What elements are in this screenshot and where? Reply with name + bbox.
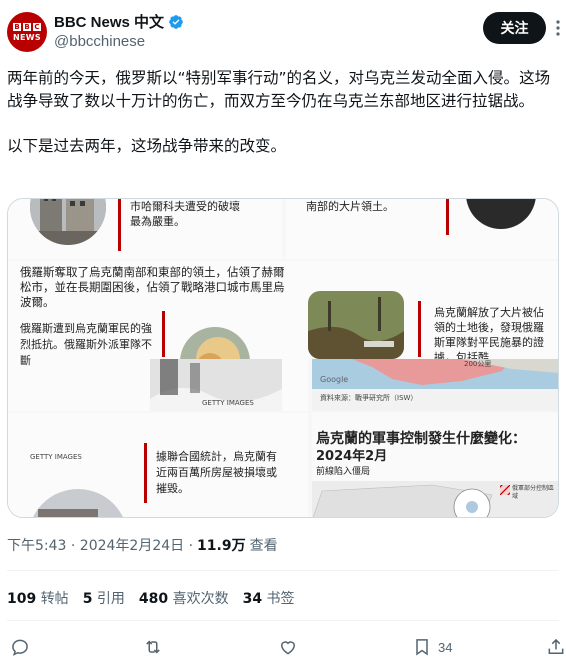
bbc-logo: B B C [13,22,41,31]
bookmark-count: 34 [438,639,453,655]
tweet-text: 两年前的今天，俄罗斯以“特别军事行动”的名义，对乌克兰发动全面入侵。这场战争导致… [7,67,559,158]
reposts-count: 109 [7,591,37,607]
views-label: 查看 [249,538,278,554]
trench-photo [308,291,404,359]
bookmarks-stat[interactable]: 34 书签 [243,588,295,608]
media-panel-right[interactable]: 烏克蘭解放了大片被佔領的土地後，發現俄羅斯軍隊對平民施暴的證據，包括酷 [308,261,558,359]
panel-text: 據聯合國統計，烏克蘭有近兩百萬所房屋被損壞或摧毀。 [156,450,277,495]
map-legend-front: 前線陷入僵局 [316,467,371,477]
share-icon [548,638,564,654]
source-label: 資料來源：戰爭研究所（ISW） [320,394,418,402]
building-photo [30,199,106,245]
logo-block: C [33,22,41,31]
divider [7,570,559,571]
like-button[interactable] [278,637,298,657]
more-options-icon[interactable] [551,18,565,38]
photo-credit: GETTY IMAGES [202,399,254,407]
name-row: BBC News 中文 [54,11,184,32]
logo-block: B [13,22,21,31]
stats-row: 109 转帖 5 引用 480 喜欢次数 34 书签 [7,588,295,608]
action-bar: 34 [0,633,566,663]
tweet-paragraph: 以下是过去两年，这场战争带来的改变。 [7,137,287,155]
reposts-stat[interactable]: 109 转帖 [7,588,69,608]
tweet-paragraph: 两年前的今天，俄罗斯以“特别军事行动”的名义，对乌克兰发动全面入侵。这场战争导致… [7,69,551,110]
reposts-label: 转帖 [40,591,69,607]
ruins-photo [28,489,128,517]
logo-news-text: NEWS [13,32,41,42]
map-subtitle: 2024年2月 [316,449,388,464]
map-legend-control: 俄軍部分控制區域 [512,485,555,500]
timestamp[interactable]: 下午5:43 · 2024年2月24日 · [7,535,193,555]
accent-bar [418,301,421,357]
hatched-area-icon [500,485,510,495]
bookmarks-label: 书签 [266,591,295,607]
display-name[interactable]: BBC News 中文 [54,11,164,32]
quotes-label: 引用 [96,591,125,607]
accent-bar [446,199,449,235]
avatar[interactable]: B B C NEWS [7,12,47,52]
likes-stat[interactable]: 480 喜欢次数 [139,588,229,608]
media-panel-bottom-right[interactable]: 烏克蘭的軍事控制發生什麼變化： 2024年2月 前線陷入僵局 俄軍部分控制區域 [312,413,558,517]
verified-badge-icon[interactable] [168,14,184,30]
tweet-header: B B C NEWS BBC News 中文 @bbcchinese 关注 [0,0,566,60]
panel-text: 南部的大片領土。 [306,200,394,213]
snow-photo[interactable]: GETTY IMAGES [150,359,282,411]
repost-button[interactable] [143,637,163,657]
accent-bar [162,311,165,357]
panel-text: 烏克蘭解放了大片被佔領的土地後，發現俄羅斯軍隊對平民施暴的證據，包括酷 [434,306,544,359]
logo-block: B [23,22,31,31]
reply-icon [12,639,28,656]
dark-photo [466,199,536,229]
media-panel-top-right[interactable]: 南部的大片領土。 [286,199,558,259]
divider [7,620,559,621]
quotes-count: 5 [82,591,93,607]
views-count: 11.9万 [197,538,246,554]
repost-icon [146,640,160,654]
bookmark-icon [416,639,428,656]
map-title: 烏克蘭的軍事控制發生什麼變化： [316,431,526,447]
likes-label: 喜欢次数 [172,591,229,607]
scale-label: 200公里 [464,360,492,368]
handle[interactable]: @bbcchinese [54,33,145,50]
media-panel-bottom-left[interactable]: GETTY IMAGES 據聯合國統計，烏克蘭有近兩百萬所房屋被損壞或摧毀。 [8,413,308,517]
panel-text: 市哈爾科夫遭受的破壞最為嚴重。 [130,200,240,228]
media-collage[interactable]: 市哈爾科夫遭受的破壞最為嚴重。 南部的大片領土。 俄羅斯奪取了烏克蘭南部和東部的… [7,198,559,518]
follow-button[interactable]: 关注 [483,12,546,44]
accent-bar [144,443,147,503]
bookmark-button[interactable]: 34 [412,637,452,657]
panel-text: 俄羅斯遭到烏克蘭軍民的強烈抵抗。俄羅斯外派軍隊不斷 [20,321,152,369]
accent-bar [118,199,121,251]
media-panel-top-left[interactable]: 市哈爾科夫遭受的破壞最為嚴重。 [8,199,282,259]
timestamp-row: 下午5:43 · 2024年2月24日 · 11.9万 查看 [7,535,278,555]
google-label: Google [320,375,349,384]
reply-button[interactable] [10,637,30,657]
likes-count: 480 [138,591,169,607]
photo-credit: GETTY IMAGES [30,453,82,461]
bookmarks-count: 34 [242,591,263,607]
map-panel[interactable]: Google 200公里 資料來源：戰爭研究所（ISW） [312,359,558,411]
heart-icon [280,641,296,655]
quotes-stat[interactable]: 5 引用 [83,588,125,608]
panel-text: 俄羅斯奪取了烏克蘭南部和東部的領土，佔領了赫爾松市，並在長期圍困後，佔領了戰略港… [20,265,285,309]
share-button[interactable] [546,637,566,657]
crimea-map [312,359,558,389]
